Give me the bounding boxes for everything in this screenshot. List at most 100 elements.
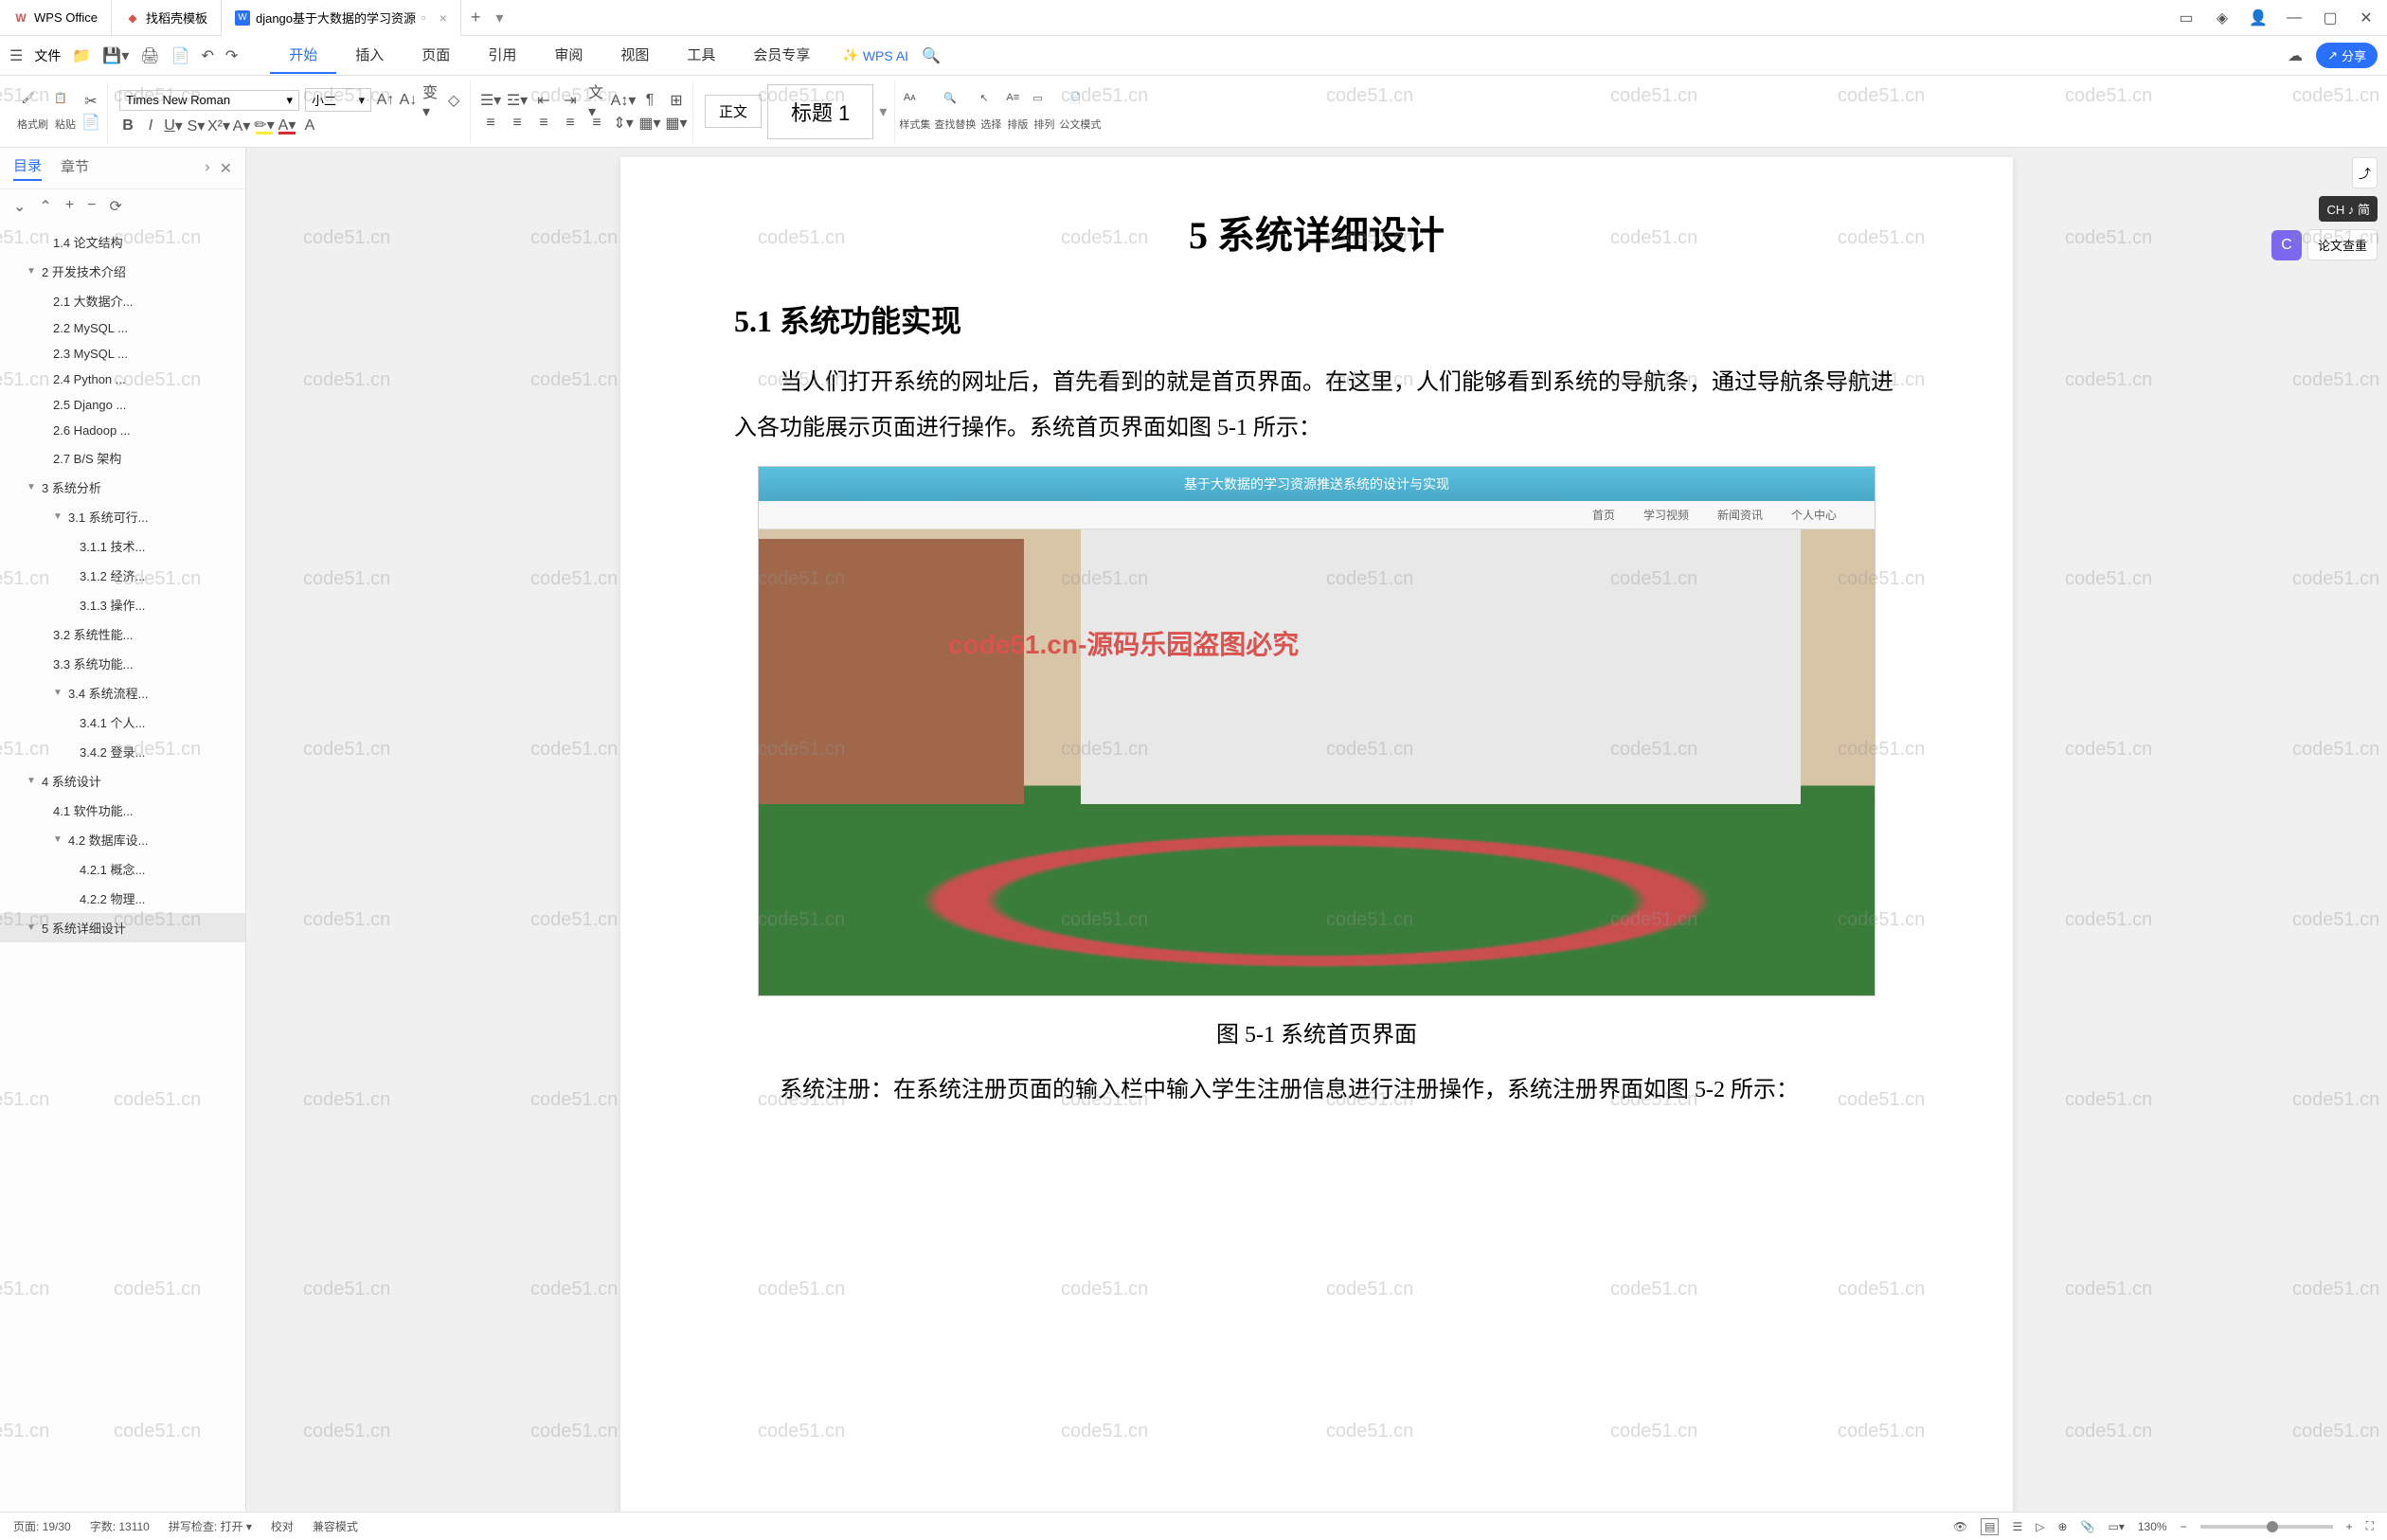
word-count[interactable]: 字数: 13110: [90, 1518, 150, 1534]
chevron-down-icon[interactable]: ▼: [27, 266, 38, 277]
close-icon[interactable]: ×: [440, 10, 447, 26]
tab-templates[interactable]: ◆ 找稻壳模板: [112, 0, 222, 36]
numbering-icon[interactable]: ☲▾: [509, 92, 526, 109]
eye-icon[interactable]: 👁: [1953, 1520, 1967, 1533]
toc-item[interactable]: 3.1.3 操作...: [0, 590, 245, 619]
wps-ai-button[interactable]: ✨ WPS AI: [842, 47, 908, 63]
toc-item[interactable]: 2.5 Django ...: [0, 392, 245, 418]
toc-item[interactable]: 4.1 软件功能...: [0, 796, 245, 825]
format-painter-button[interactable]: 🖌 格式刷: [17, 92, 48, 132]
tab-dropdown-icon[interactable]: ▾: [495, 9, 503, 27]
hamburger-icon[interactable]: ☰: [9, 46, 23, 65]
paper-review-label[interactable]: 论文查重: [2307, 229, 2378, 260]
zoom-out-icon[interactable]: −: [2181, 1520, 2187, 1533]
undo-icon[interactable]: ↶: [201, 46, 213, 65]
toc-item[interactable]: 3.1.2 经济...: [0, 561, 245, 590]
print-icon[interactable]: 🖨: [140, 46, 159, 65]
zoom-in-icon[interactable]: +: [2346, 1520, 2353, 1533]
compat-mode[interactable]: 兼容模式: [313, 1518, 358, 1534]
shading-icon[interactable]: ▦▾: [641, 115, 658, 132]
chevron-down-icon[interactable]: ▼: [27, 482, 38, 492]
style-dropdown-icon[interactable]: ▾: [879, 102, 887, 121]
maximize-icon[interactable]: ▢: [2321, 9, 2340, 27]
style-heading1[interactable]: 标题 1: [767, 84, 873, 139]
toc-item[interactable]: 3.4.1 个人...: [0, 707, 245, 737]
window-close-icon[interactable]: ✕: [2357, 9, 2376, 27]
chevron-down-icon[interactable]: ▼: [27, 922, 38, 933]
toc-item[interactable]: 2.4 Python ...: [0, 367, 245, 392]
toc-item[interactable]: 4.2.1 概念...: [0, 854, 245, 884]
text-effect-icon[interactable]: A▾: [233, 117, 250, 134]
toc-item[interactable]: ▼4.2 数据库设...: [0, 825, 245, 854]
bullets-icon[interactable]: ☰▾: [482, 92, 499, 109]
file-menu[interactable]: 文件: [34, 46, 61, 65]
copy-icon[interactable]: 📄: [82, 114, 99, 131]
line-spacing-icon[interactable]: ⇕▾: [615, 115, 632, 132]
redo-icon[interactable]: ↷: [225, 46, 238, 65]
tabs-icon[interactable]: ⊞: [668, 92, 685, 109]
cut-icon[interactable]: ✂: [82, 93, 99, 110]
borders-icon[interactable]: ▦▾: [668, 115, 685, 132]
page-status[interactable]: 页面: 19/30: [13, 1518, 71, 1534]
underline-icon[interactable]: U▾: [165, 117, 182, 134]
tab-wps-home[interactable]: W WPS Office: [0, 0, 112, 36]
align-right-icon[interactable]: ≡: [535, 115, 552, 132]
doc-mode-button[interactable]: 📄 公文模式: [1059, 92, 1101, 132]
font-size-select[interactable]: 小二▾: [305, 88, 371, 112]
arrange-button[interactable]: A≡ 排版: [1006, 92, 1029, 132]
tab-reference[interactable]: 引用: [469, 37, 535, 74]
bold-icon[interactable]: B: [119, 117, 136, 134]
check-icon[interactable]: C: [2271, 230, 2302, 260]
collapse-panel-icon[interactable]: ⤴: [2352, 157, 2378, 188]
font-name-select[interactable]: Times New Roman▾: [119, 90, 299, 111]
ime-badge[interactable]: CH ♪ 简: [2319, 196, 2378, 222]
sort-button[interactable]: ▭ 排列: [1032, 92, 1055, 132]
zoom-slider[interactable]: [2200, 1525, 2333, 1529]
toc-item[interactable]: 1.4 论文结构: [0, 227, 245, 257]
search-icon[interactable]: 🔍: [922, 46, 941, 65]
chevron-down-icon[interactable]: ▼: [27, 776, 38, 786]
open-icon[interactable]: 📁: [72, 46, 91, 65]
proofread[interactable]: 校对: [271, 1518, 294, 1534]
toc-item[interactable]: 3.1.1 技术...: [0, 531, 245, 561]
toc-item[interactable]: ▼3 系统分析: [0, 473, 245, 502]
attachment-icon[interactable]: 📎: [2081, 1520, 2095, 1533]
highlight-icon[interactable]: ✏▾: [256, 117, 273, 134]
align-left-icon[interactable]: ≡: [482, 115, 499, 132]
toc-item[interactable]: ▼3.4 系统流程...: [0, 678, 245, 707]
collapse-down-icon[interactable]: ⌄: [13, 197, 26, 216]
zoom-value[interactable]: 130%: [2138, 1520, 2167, 1533]
minimize-icon[interactable]: —: [2285, 9, 2304, 27]
chevron-down-icon[interactable]: ▼: [53, 511, 64, 522]
find-replace-button[interactable]: 🔍 查找替换: [934, 92, 976, 132]
view-web-icon[interactable]: ⊕: [2057, 1520, 2067, 1533]
increase-font-icon[interactable]: A↑: [377, 92, 394, 109]
clear-format-icon[interactable]: ◇: [445, 92, 462, 109]
decrease-indent-icon[interactable]: ⇤: [535, 92, 552, 109]
window-layout-icon[interactable]: ▭: [2177, 9, 2196, 27]
view-outline-icon[interactable]: ☰: [2012, 1520, 2022, 1533]
phonetic-icon[interactable]: 变▾: [422, 92, 440, 109]
toc-item[interactable]: 4.2.2 物理...: [0, 884, 245, 913]
chevron-down-icon[interactable]: ▼: [53, 688, 64, 698]
distribute-icon[interactable]: ≡: [588, 115, 605, 132]
avatar-icon[interactable]: 👤: [2249, 9, 2268, 27]
sidebar-tab-toc[interactable]: 目录: [13, 155, 42, 181]
loop-icon[interactable]: ⟳: [110, 197, 122, 216]
tab-page[interactable]: 页面: [403, 37, 469, 74]
decrease-font-icon[interactable]: A↓: [400, 92, 417, 109]
document-area[interactable]: 5 系统详细设计 5.1 系统功能实现 当人们打开系统的网址后，首先看到的就是首…: [246, 148, 2387, 1512]
chevron-down-icon[interactable]: ▼: [53, 834, 64, 845]
select-button[interactable]: ↖ 选择: [979, 92, 1002, 132]
font-color-icon[interactable]: A▾: [278, 117, 296, 134]
tab-insert[interactable]: 插入: [336, 37, 403, 74]
fullscreen-icon[interactable]: ⛶: [2366, 1519, 2374, 1533]
settings-icon[interactable]: ▭▾: [2108, 1520, 2124, 1533]
share-button[interactable]: ↗ 分享: [2316, 43, 2378, 68]
styles-button[interactable]: Aᴀ 样式集: [899, 92, 930, 132]
tab-start[interactable]: 开始: [270, 37, 336, 74]
italic-icon[interactable]: I: [142, 117, 159, 134]
toc-item[interactable]: 3.4.2 登录...: [0, 737, 245, 766]
sort-icon[interactable]: A↕▾: [615, 92, 632, 109]
sidebar-tab-chapter[interactable]: 章节: [61, 156, 89, 180]
